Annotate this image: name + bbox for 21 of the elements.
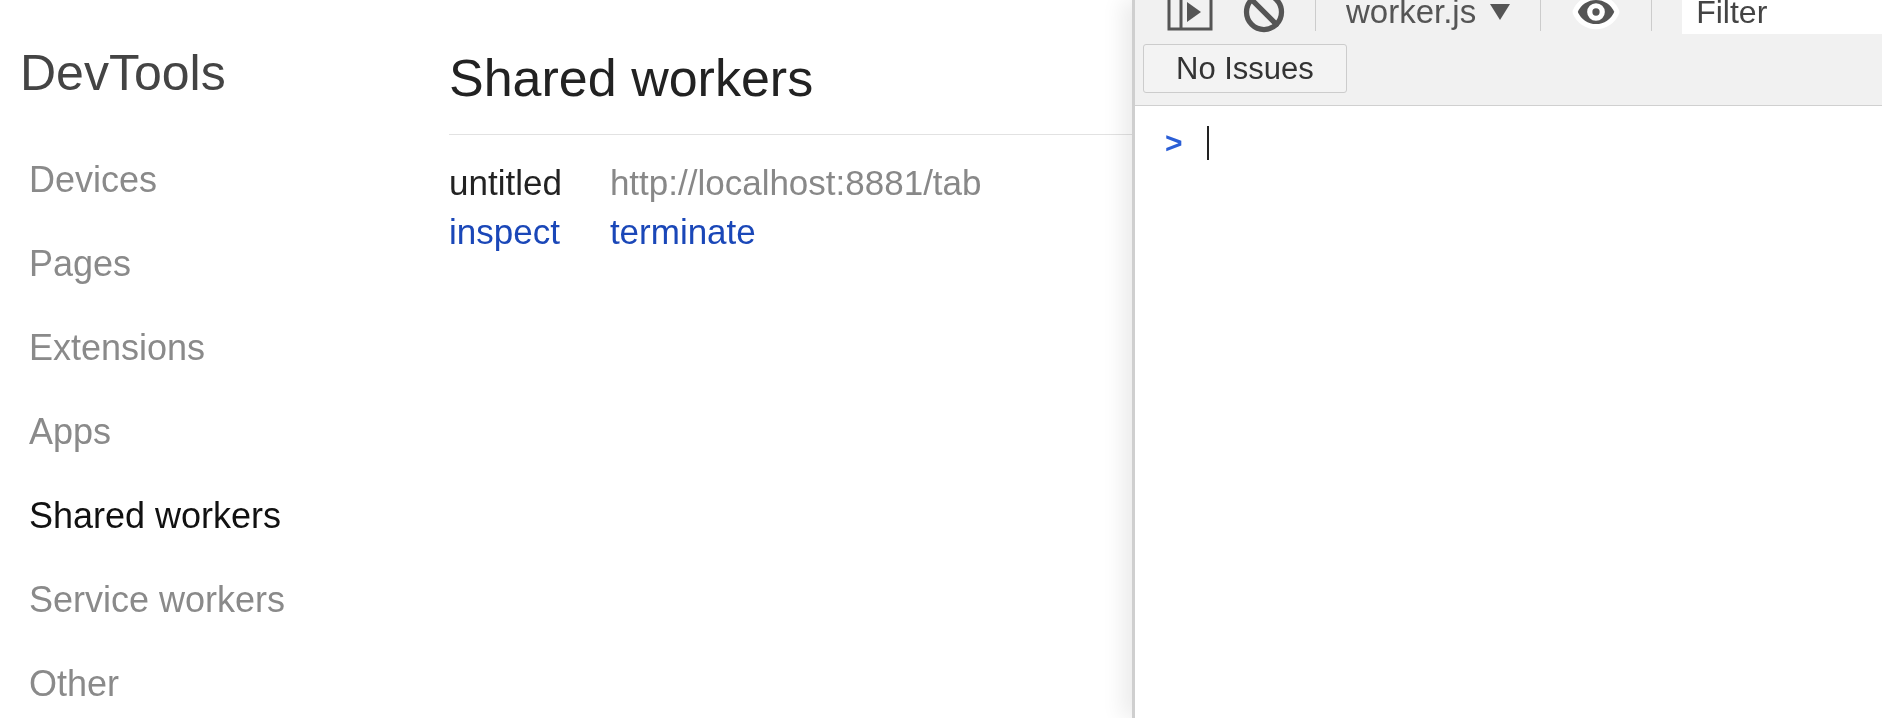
text-cursor [1206,125,1209,160]
sidebar-item[interactable]: Shared workers [20,474,282,558]
sidebar-item[interactable]: Other [20,642,120,718]
issues-button[interactable]: No Issues [1143,44,1347,93]
worker-url: http://localhost:8881/tab [609,165,983,200]
worker-action-link[interactable]: inspect [449,214,560,249]
sidebar-item[interactable]: Pages [20,222,132,306]
page-heading: Shared workers [449,52,815,109]
sidebar-item[interactable]: Devices [20,138,158,222]
worker-action-link[interactable]: terminate [609,214,756,249]
sidebar-item[interactable]: Service workers [20,558,286,642]
caret-icon [1490,4,1511,20]
sidebar-item[interactable]: Apps [20,390,112,474]
sidebar-toggle-icon[interactable] [1167,0,1213,31]
clear-console-icon[interactable] [1243,0,1285,33]
filter-field[interactable]: Filter [1682,0,1882,34]
sidebar-item[interactable]: Extensions [20,306,206,390]
context-dropdown[interactable]: worker.js [1346,0,1511,37]
prompt-chevron: > [1165,125,1183,161]
worker-name: untitled [449,165,562,200]
sidebar-title: DevTools [20,48,227,98]
